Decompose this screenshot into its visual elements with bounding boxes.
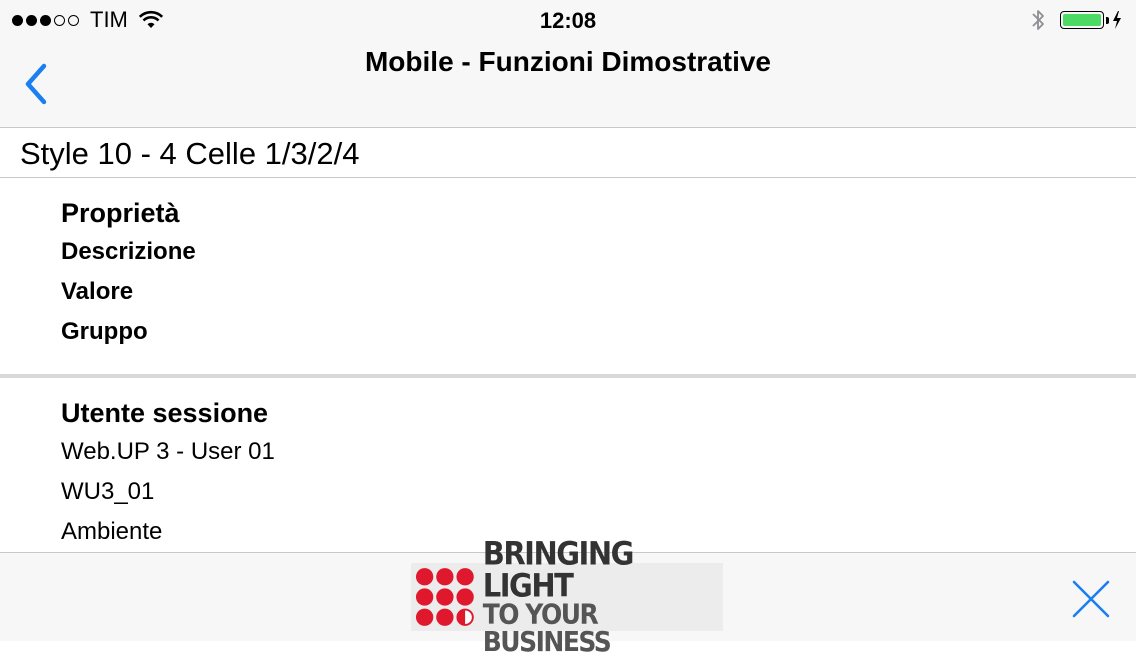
- logo-line1: BRINGING LIGHT: [482, 534, 635, 605]
- card-line: Web.UP 3 - User 01: [61, 438, 275, 465]
- card-line: Ambiente: [61, 518, 163, 545]
- card-line: Descrizione: [61, 238, 196, 265]
- card-line: WU3_01: [61, 478, 155, 505]
- list-item[interactable]: Utente sessione Web.UP 3 - User 01 WU3_0…: [0, 378, 1136, 552]
- footer-bar: BRINGING LIGHT TO YOUR BUSINESS: [0, 538, 1136, 656]
- list-item[interactable]: Proprietà Descrizione Valore Gruppo: [0, 178, 1136, 378]
- logo-dots-icon: [415, 568, 474, 626]
- logo-text: BRINGING LIGHT TO YOUR BUSINESS: [482, 534, 723, 658]
- card-line: Gruppo: [61, 318, 148, 345]
- status-bar: TIM 12:08: [0, 0, 1136, 40]
- close-button[interactable]: [1070, 578, 1112, 620]
- brand-logo: BRINGING LIGHT TO YOUR BUSINESS: [411, 538, 723, 656]
- status-time: 12:08: [539, 8, 597, 33]
- section-header: Style 10 - 4 Celle 1/3/2/4: [0, 128, 1136, 178]
- page-title: Mobile - Funzioni Dimostrative: [364, 46, 771, 77]
- card-title: Utente sessione: [61, 398, 269, 428]
- battery-tip: [1106, 16, 1109, 24]
- battery-icon: [1060, 11, 1104, 29]
- charging-bolt-icon: [1113, 11, 1121, 29]
- card-title: Proprietà: [61, 198, 180, 228]
- section-title: Style 10 - 4 Celle 1/3/2/4: [20, 136, 360, 171]
- status-right: [1030, 8, 1122, 32]
- close-icon: [1072, 580, 1110, 618]
- nav-bar: Mobile - Funzioni Dimostrative: [0, 40, 1136, 128]
- logo-line2: TO YOUR BUSINESS: [482, 598, 612, 658]
- bluetooth-icon: [1032, 10, 1044, 30]
- card-line: Valore: [61, 278, 134, 305]
